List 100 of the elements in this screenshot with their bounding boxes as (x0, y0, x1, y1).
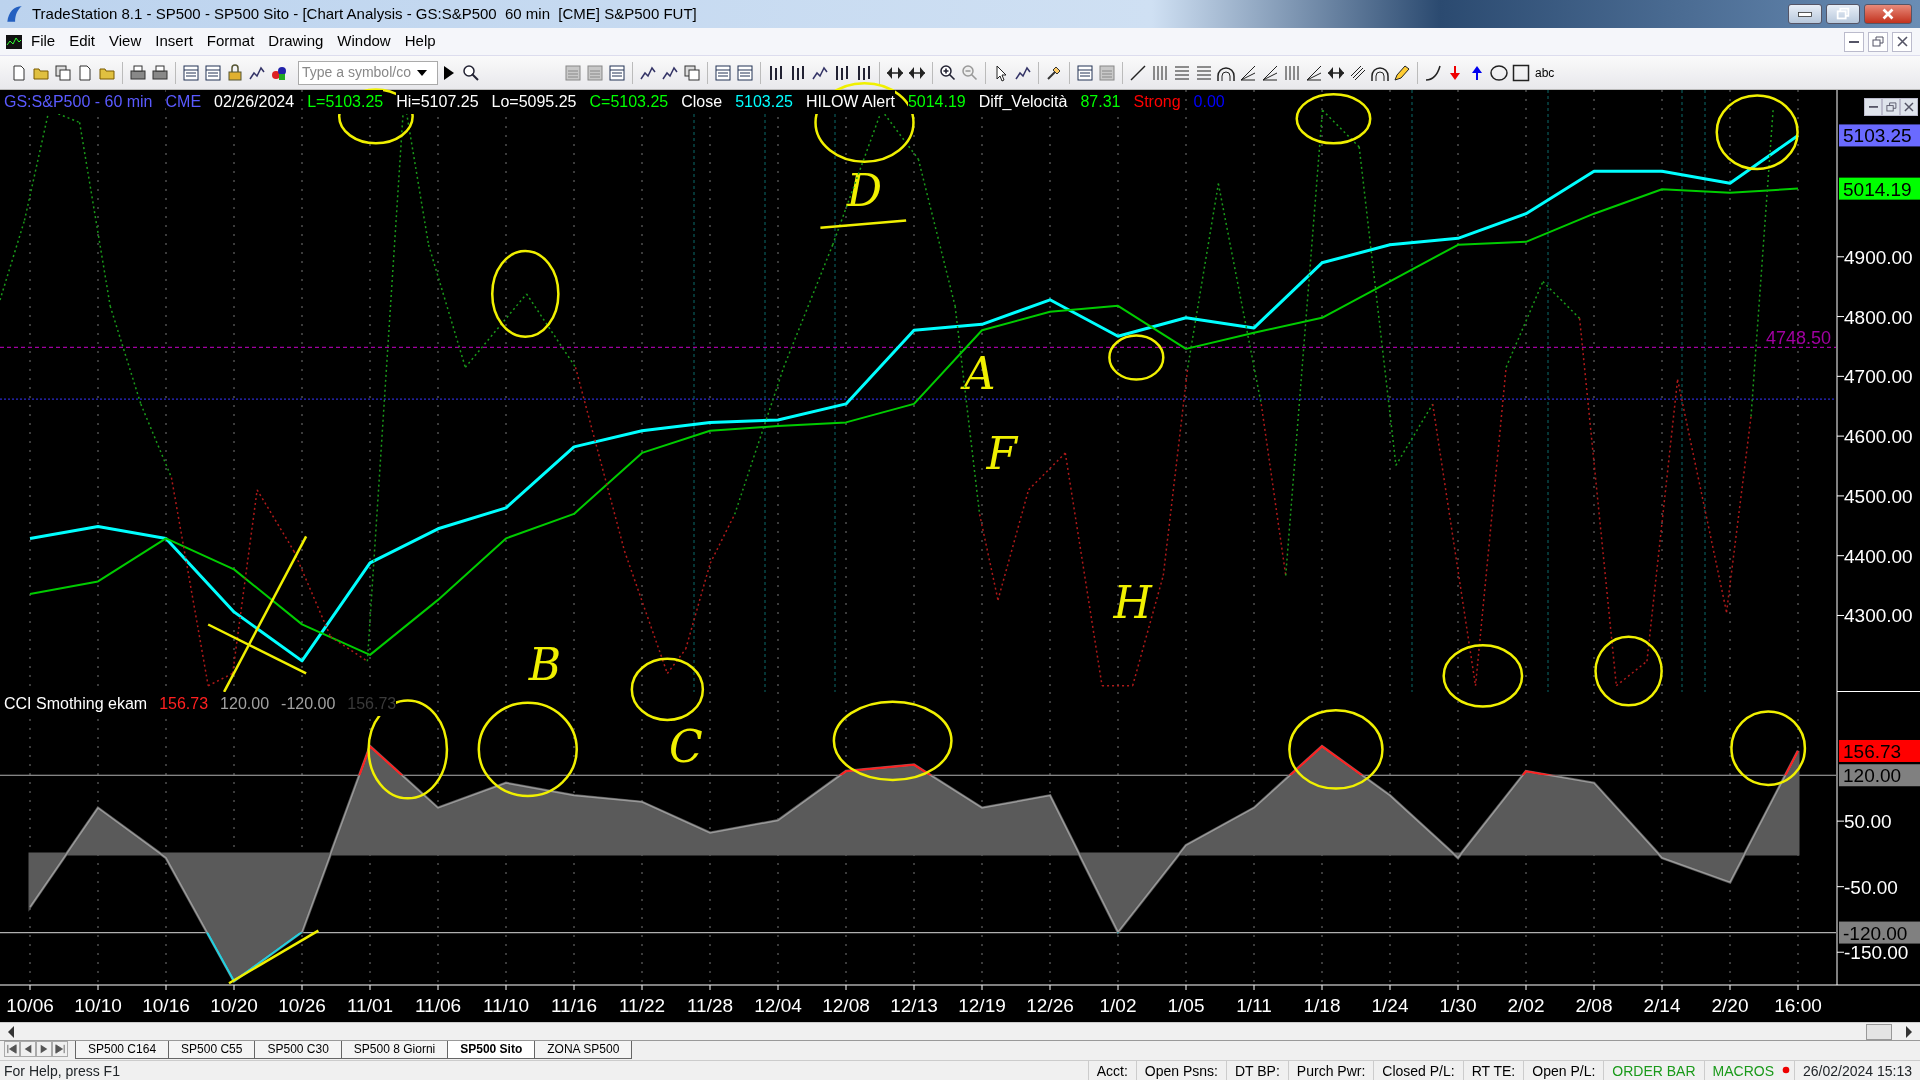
time-label: 2/14 (1643, 995, 1681, 1016)
status-field: Open Psns: (1135, 1061, 1226, 1080)
axis-label: -50.00 (1844, 876, 1898, 898)
legend-text: L=5103.25 (307, 90, 384, 114)
time-label: 2/20 (1711, 995, 1749, 1016)
menu-item[interactable]: Insert (148, 28, 200, 55)
close-button[interactable] (1900, 98, 1918, 116)
legend-text: GS:S&P500 - 60 min (4, 90, 153, 114)
time-label: 11/22 (618, 995, 666, 1016)
previous-tab-button[interactable] (20, 1041, 36, 1057)
time-label: 10/10 (74, 995, 122, 1016)
restore-icon (1835, 6, 1851, 22)
time-label: 1/05 (1167, 995, 1205, 1016)
fan-icon (1305, 63, 1323, 82)
document-icon (76, 63, 94, 82)
next-tab-button[interactable] (36, 1041, 52, 1057)
legend-text: 5014.19 (907, 90, 966, 114)
time-label: 12/26 (1026, 995, 1074, 1016)
axis-label: 50.00 (1844, 811, 1892, 833)
window-icon (1098, 63, 1116, 82)
last-tab-button[interactable] (52, 1041, 68, 1057)
close-button[interactable] (1892, 31, 1912, 52)
close-icon (1896, 36, 1908, 47)
handwritten-letter: C (668, 720, 703, 772)
windows-icon (54, 63, 72, 82)
status-field: ORDER BAR (1603, 1061, 1704, 1080)
legend-text: Diff_Velocità (978, 90, 1068, 114)
menu-item[interactable]: Format (199, 28, 262, 55)
sheet-tab[interactable]: ZONA SP500 (534, 1041, 633, 1059)
hand-drawn-circle (1108, 334, 1165, 381)
legend-text: 5103.25 (735, 90, 793, 114)
restore-button[interactable] (1826, 4, 1860, 24)
axis-label: 4600.00 (1844, 426, 1913, 448)
vertical-lines-icon (1151, 63, 1169, 82)
time-label: 10/26 (278, 995, 326, 1016)
restore-button[interactable] (1882, 98, 1900, 116)
axis-label: 4700.00 (1844, 366, 1913, 388)
time-label: 12/08 (822, 995, 870, 1016)
legend-text: Close (681, 90, 723, 114)
time-label: 1/30 (1439, 995, 1477, 1016)
menu-item[interactable]: View (102, 28, 149, 55)
time-label: 10/06 (6, 995, 54, 1016)
close-icon (1880, 6, 1896, 22)
time-label: 2/08 (1575, 995, 1613, 1016)
fan-icon (1239, 63, 1257, 82)
time-label: 11/28 (686, 995, 734, 1016)
document-icon (10, 63, 28, 82)
time-label: 12/04 (754, 995, 802, 1016)
time-label: 1/11 (1236, 995, 1272, 1016)
menu-item[interactable]: Window (330, 28, 398, 55)
help-text: For Help, press F1 (3, 1062, 121, 1080)
restore-button[interactable] (1868, 31, 1888, 52)
first-tab-button[interactable] (4, 1041, 20, 1057)
window-icon (1076, 63, 1094, 82)
left-arrow-icon (8, 1025, 14, 1038)
window-icon (714, 63, 732, 82)
close-button[interactable] (1864, 4, 1912, 24)
bar-chart-icon (767, 63, 785, 82)
sheet-tab[interactable]: SP500 C55 (168, 1041, 256, 1059)
menu-item[interactable]: Edit (62, 28, 103, 55)
handwritten-letter: D (846, 164, 883, 216)
bar-chart-icon (833, 63, 851, 82)
horizontal-lines-icon (1173, 63, 1191, 82)
sheet-tab[interactable]: SP500 Sito (447, 1041, 536, 1059)
status-field: RT TE: (1462, 1061, 1524, 1080)
symbol-field[interactable]: Type a symbol/co (298, 60, 438, 85)
status-field: Open P/L: (1523, 1061, 1604, 1080)
hand-drawn-circle (1594, 635, 1663, 707)
horizontal-lines-icon (1195, 63, 1213, 82)
bar-chart-icon (789, 63, 807, 82)
ref-line-label: -120.00 (1843, 922, 1908, 944)
axis-label: 4900.00 (1844, 246, 1913, 268)
sheet-tab[interactable]: SP500 8 Giorni (340, 1041, 449, 1059)
right-arrow-icon (1906, 1025, 1912, 1038)
window-icon (182, 63, 200, 82)
window-icon (204, 63, 222, 82)
window-icon (608, 63, 626, 82)
sheet-tab[interactable]: SP500 C164 (75, 1041, 170, 1059)
printer-icon (151, 63, 169, 82)
scroll-thumb[interactable] (1866, 1023, 1892, 1040)
menu-item[interactable]: Help (397, 28, 443, 55)
minimize-button[interactable] (1844, 31, 1864, 52)
text-tool-button[interactable]: abc (1532, 63, 1558, 82)
zoom-out-icon (961, 63, 979, 82)
status-field: MACROS (1703, 1061, 1782, 1080)
axis-label: 4500.00 (1844, 485, 1913, 507)
status-datetime: 26/02/2024 15:13 (1794, 1061, 1920, 1080)
time-label: 11/01 (346, 995, 394, 1016)
first-icon (7, 1044, 17, 1054)
menu-item[interactable]: Drawing (261, 28, 331, 55)
minimize-icon (1798, 11, 1812, 17)
restore-icon (1885, 102, 1897, 112)
window-icon (564, 63, 582, 82)
menu-item[interactable]: File (24, 28, 63, 55)
minimize-button[interactable] (1864, 98, 1882, 116)
sheet-tab[interactable]: SP500 C30 (254, 1041, 342, 1059)
price-marker: 5014.19 (1839, 177, 1920, 200)
minimize-button[interactable] (1788, 4, 1822, 24)
minimize-icon (1868, 106, 1878, 108)
price-marker: 5103.25 (1839, 124, 1920, 147)
